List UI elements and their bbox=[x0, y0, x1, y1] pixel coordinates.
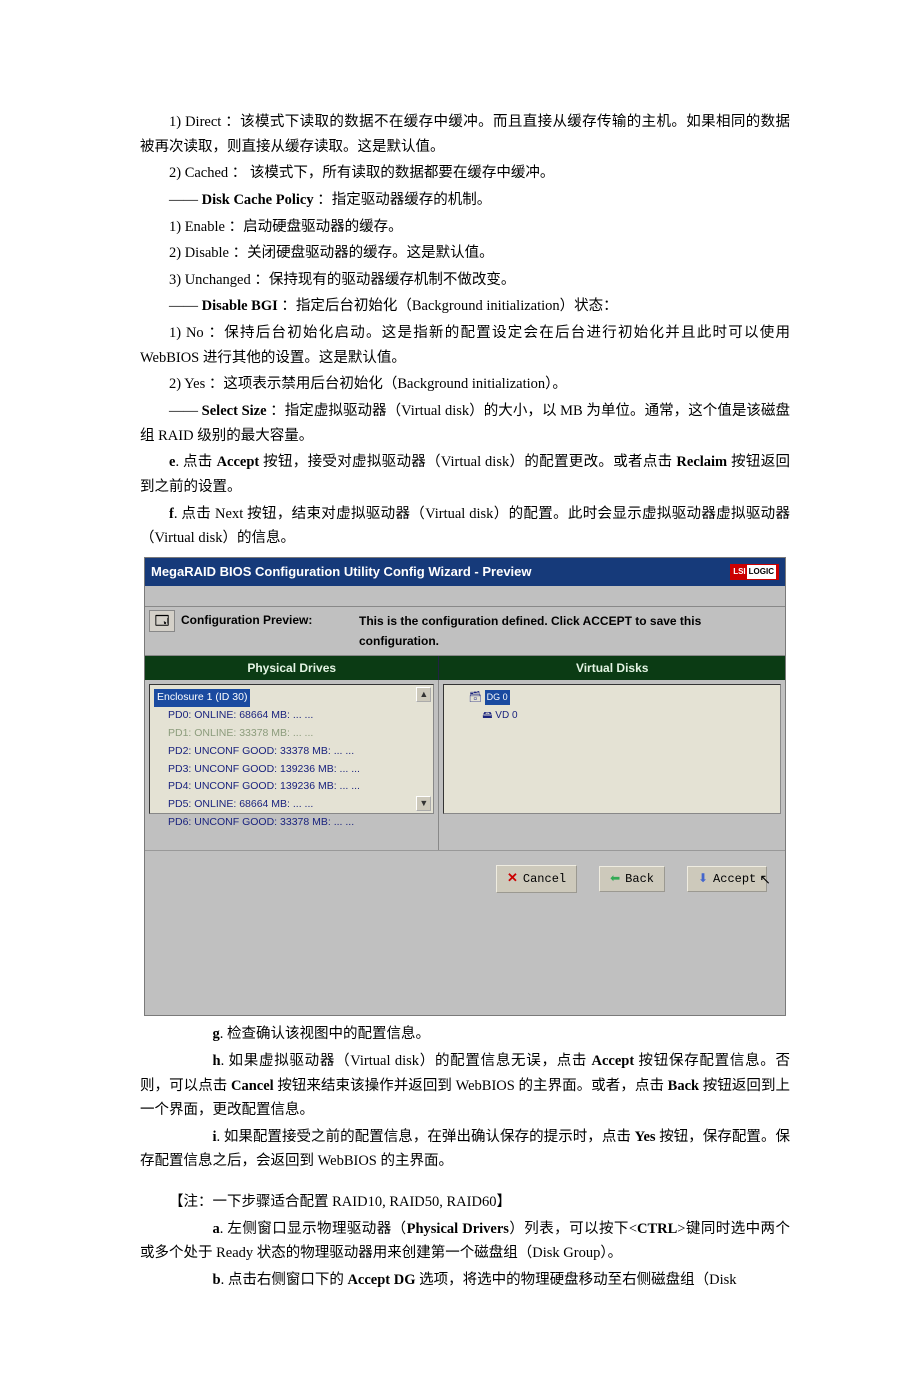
pd4[interactable]: PD4: UNCONF GOOD: 139236 MB: ... ... bbox=[154, 778, 429, 796]
para-diskcache: —— Disk Cache Policy ：指定驱动器缓存的机制。 bbox=[140, 188, 790, 213]
pd5[interactable]: PD5: ONLINE: 68664 MB: ... ... bbox=[154, 796, 429, 814]
back-button[interactable]: ⬅Back bbox=[599, 866, 665, 892]
preview-header: 🗔 Configuration Preview: This is the con… bbox=[145, 606, 785, 656]
col-virtual: Virtual Disks bbox=[439, 656, 785, 680]
dg-node[interactable]: DG 0 bbox=[485, 690, 510, 705]
para-disable: 2) Disable ：关闭硬盘驱动器的缓存。这是默认值。 bbox=[140, 241, 790, 266]
lsi-logo: LSILOGIC bbox=[730, 564, 779, 580]
para-no: 1) No ：保持后台初始化启动。这是指新的配置设定会在后台进行初始化并且此时可… bbox=[140, 321, 790, 370]
pd1[interactable]: PD1: ONLINE: 33378 MB: ... ... bbox=[154, 725, 429, 743]
virtual-disks-pane: 🗃 DG 0 🖴 VD 0 bbox=[439, 680, 785, 850]
cancel-button[interactable]: ✕Cancel bbox=[496, 865, 577, 893]
para-a: a. 左侧窗口显示物理驱动器（Physical Drivers）列表，可以按下<… bbox=[140, 1217, 790, 1266]
preview-label: Configuration Preview: bbox=[181, 610, 312, 630]
physical-drives-pane: ▲ Enclosure 1 (ID 30) PD0: ONLINE: 68664… bbox=[145, 680, 439, 850]
para-enable: 1) Enable ：启动硬盘驱动器的缓存。 bbox=[140, 215, 790, 240]
para-e: e. 点击 Accept 按钮，接受对虚拟驱动器（Virtual disk）的配… bbox=[140, 450, 790, 499]
para-yes: 2) Yes ：这项表示禁用后台初始化（Background initializ… bbox=[140, 372, 790, 397]
scroll-down-button[interactable]: ▼ bbox=[416, 796, 431, 811]
para-g: g. 检查确认该视图中的配置信息。 bbox=[140, 1022, 790, 1047]
para-cached: 2) Cached ： 该模式下，所有读取的数据都要在缓存中缓冲。 bbox=[140, 161, 790, 186]
x-icon: ✕ bbox=[507, 868, 518, 890]
preview-desc: This is the configuration defined. Click… bbox=[359, 610, 781, 652]
preview-icon: 🗔 bbox=[149, 610, 175, 632]
window-title: MegaRAID BIOS Configuration Utility Conf… bbox=[151, 561, 532, 583]
enclosure-node[interactable]: Enclosure 1 (ID 30) bbox=[154, 689, 250, 707]
para-disablebgi: —— Disable BGI ：指定后台初始化（Background initi… bbox=[140, 294, 790, 319]
physical-tree[interactable]: ▲ Enclosure 1 (ID 30) PD0: ONLINE: 68664… bbox=[149, 684, 434, 814]
col-physical: Physical Drives bbox=[145, 656, 439, 680]
column-headers: Physical Drives Virtual Disks bbox=[145, 656, 785, 680]
cursor-icon: ↖ bbox=[759, 868, 771, 892]
para-note: 【注：一下步骤适合配置 RAID10, RAID50, RAID60】 bbox=[140, 1190, 790, 1215]
pd3[interactable]: PD3: UNCONF GOOD: 139236 MB: ... ... bbox=[154, 761, 429, 779]
config-wizard-screenshot: MegaRAID BIOS Configuration Utility Conf… bbox=[144, 557, 786, 1016]
accept-arrow-icon: ⬇ bbox=[698, 869, 708, 889]
para-direct: 1) Direct ：该模式下读取的数据不在缓存中缓冲。而且直接从缓存传输的主机… bbox=[140, 110, 790, 159]
vd-node[interactable]: VD 0 bbox=[495, 710, 517, 721]
para-h: h. 如果虚拟驱动器（Virtual disk）的配置信息无误，点击 Accep… bbox=[140, 1049, 790, 1123]
para-i: i. 如果配置接受之前的配置信息，在弹出确认保存的提示时，点击 Yes 按钮，保… bbox=[140, 1125, 790, 1174]
pd0[interactable]: PD0: ONLINE: 68664 MB: ... ... bbox=[154, 707, 429, 725]
menu-area bbox=[145, 586, 785, 606]
para-f: f. 点击 Next 按钮，结束对虚拟驱动器（Virtual disk）的配置。… bbox=[140, 502, 790, 551]
blank-area bbox=[145, 905, 785, 1015]
para-unchanged: 3) Unchanged ：保持现有的驱动器缓存机制不做改变。 bbox=[140, 268, 790, 293]
scroll-up-button[interactable]: ▲ bbox=[416, 687, 431, 702]
accept-button[interactable]: ⬇Accept bbox=[687, 866, 767, 892]
pd2[interactable]: PD2: UNCONF GOOD: 33378 MB: ... ... bbox=[154, 743, 429, 761]
virtual-tree[interactable]: 🗃 DG 0 🖴 VD 0 bbox=[443, 684, 781, 814]
para-b: b. 点击右侧窗口下的 Accept DG 选项，将选中的物理硬盘移动至右侧磁盘… bbox=[140, 1268, 790, 1293]
window-titlebar: MegaRAID BIOS Configuration Utility Conf… bbox=[145, 558, 785, 586]
pd6[interactable]: PD6: UNCONF GOOD: 33378 MB: ... ... bbox=[154, 814, 429, 832]
back-arrow-icon: ⬅ bbox=[610, 869, 620, 889]
para-selectsize: —— Select Size ：指定虚拟驱动器（Virtual disk）的大小… bbox=[140, 399, 790, 448]
